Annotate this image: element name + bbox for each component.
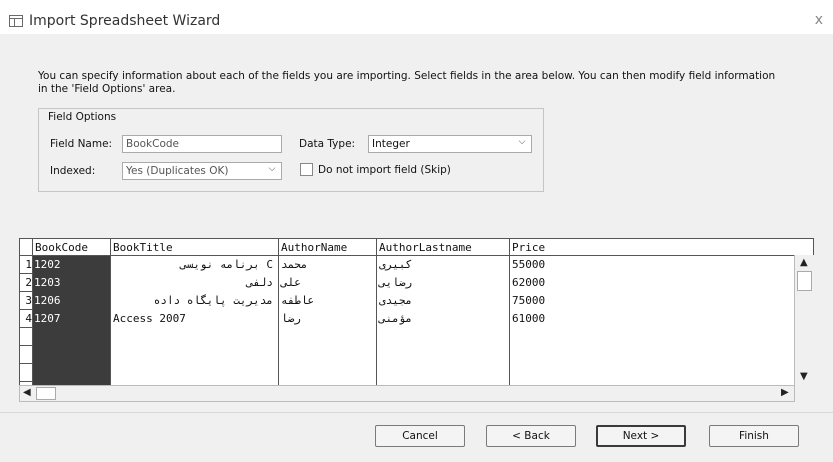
- grid-cell: 75000: [512, 294, 546, 307]
- finish-button[interactable]: Finish: [709, 425, 799, 447]
- scroll-left-icon[interactable]: ◀: [23, 387, 31, 398]
- horizontal-scroll-thumb[interactable]: [36, 387, 56, 400]
- indexed-value: Yes (Duplicates OK): [126, 165, 229, 177]
- grid-cell: رضایی: [379, 276, 413, 289]
- column-divider: [376, 256, 377, 385]
- chevron-down-icon[interactable]: ⌵: [515, 137, 529, 151]
- field-name-label: Field Name:: [50, 138, 113, 150]
- grid-cell: دلفی: [246, 276, 274, 289]
- column-divider: [110, 256, 111, 385]
- title-bar: Import Spreadsheet Wizard x: [0, 0, 833, 34]
- data-type-label: Data Type:: [299, 138, 356, 150]
- column-header[interactable]: Price: [510, 239, 798, 256]
- grid-cell: محمد: [281, 258, 308, 271]
- indexed-label: Indexed:: [50, 165, 96, 177]
- row-number: 3: [20, 292, 32, 310]
- scroll-up-icon[interactable]: ▲: [800, 257, 808, 268]
- row-header-corner: [20, 239, 33, 256]
- intro-text: You can specify information about each o…: [38, 70, 776, 95]
- grid-cell: 61000: [512, 312, 546, 325]
- column-divider: [509, 256, 510, 385]
- column-header[interactable]: BookCode: [33, 239, 111, 256]
- chevron-down-icon[interactable]: ⌵: [265, 164, 279, 178]
- field-name-input[interactable]: BookCode: [122, 135, 282, 153]
- column-divider: [278, 256, 279, 385]
- grid-cell: 1202: [34, 258, 61, 271]
- row-number: [20, 328, 32, 346]
- grid-cell: علی: [281, 276, 301, 289]
- horizontal-scrollbar[interactable]: ◀ ▶: [19, 385, 795, 402]
- data-type-select[interactable]: Integer ⌵: [368, 135, 532, 153]
- cancel-button[interactable]: Cancel: [375, 425, 465, 447]
- table-icon: [9, 15, 23, 27]
- grid-cell: مجیدی: [379, 294, 413, 307]
- row-number: 1: [20, 256, 32, 274]
- grid-cell: Access 2007: [113, 312, 186, 325]
- grid-cell: کبیری: [379, 258, 413, 271]
- skip-label: Do not import field (Skip): [318, 164, 451, 176]
- vertical-scroll-thumb[interactable]: [797, 271, 812, 291]
- grid-cell: مؤمنی: [379, 312, 413, 325]
- close-icon[interactable]: x: [815, 12, 823, 28]
- row-number: [20, 364, 32, 382]
- grid-cell: رضا: [281, 312, 301, 325]
- grid-cell: 55000: [512, 258, 546, 271]
- vertical-scrollbar[interactable]: ▲ ▼: [794, 255, 814, 386]
- field-name-value: BookCode: [126, 138, 180, 150]
- column-header[interactable]: AuthorName: [279, 239, 377, 256]
- grid-cell: 1206: [34, 294, 61, 307]
- back-button[interactable]: < Back: [486, 425, 576, 447]
- grid-cell: عاطفه: [281, 294, 315, 307]
- footer-divider: [0, 412, 833, 413]
- grid-cell: C برنامه نویسی: [180, 258, 273, 271]
- grid-cell: 1203: [34, 276, 61, 289]
- scroll-down-icon[interactable]: ▼: [800, 371, 808, 382]
- row-number: [20, 346, 32, 364]
- scroll-right-icon[interactable]: ▶: [781, 387, 789, 398]
- field-options-legend: Field Options: [46, 111, 119, 123]
- row-number: 2: [20, 274, 32, 292]
- grid-cell: 62000: [512, 276, 546, 289]
- next-button[interactable]: Next >: [596, 425, 686, 447]
- column-header[interactable]: BookTitle: [111, 239, 279, 256]
- column-divider: [32, 256, 33, 385]
- column-header[interactable]: AuthorLastname: [377, 239, 510, 256]
- grid-cell: مدیریت پایگاه داده: [153, 294, 273, 307]
- data-type-value: Integer: [372, 138, 410, 150]
- skip-checkbox[interactable]: [300, 163, 313, 176]
- window-title: Import Spreadsheet Wizard: [29, 13, 221, 29]
- preview-grid[interactable]: BookCode BookTitle AuthorName AuthorLast…: [19, 238, 814, 386]
- row-number: 4: [20, 310, 32, 328]
- indexed-select[interactable]: Yes (Duplicates OK) ⌵: [122, 162, 282, 180]
- grid-cell: 1207: [34, 312, 61, 325]
